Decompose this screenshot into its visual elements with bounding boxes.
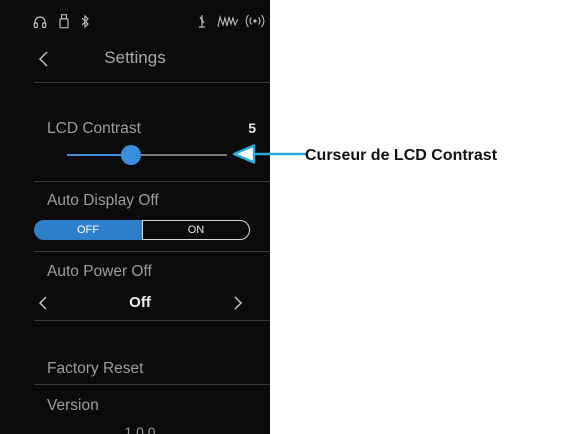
auto-display-off-label: Auto Display Off [47,192,159,209]
lcd-contrast-slider-thumb[interactable] [121,145,141,165]
page-title: Settings [104,48,166,67]
auto-power-off-value: Off [129,294,151,311]
recorder-icon [217,15,239,28]
usb-icon [59,14,69,29]
lcd-contrast-label: LCD Contrast [47,120,141,137]
divider [34,251,270,252]
divider [34,384,270,385]
auto-display-off-toggle[interactable]: OFF ON [34,220,250,240]
divider [34,181,270,182]
headphones-icon [33,16,47,29]
toggle-on-option[interactable]: ON [142,220,250,240]
toggle-off-option[interactable]: OFF [34,220,142,240]
annotation-arrow-icon [232,144,306,164]
version-label: Version [47,397,99,414]
auto-power-off-label: Auto Power Off [47,263,152,280]
next-arrow-icon[interactable] [233,295,243,311]
device-screen: Settings LCD Contrast 5 Auto Display Off… [0,0,270,434]
metronome-icon [199,15,205,28]
divider [34,320,270,321]
lcd-contrast-value: 5 [248,120,256,136]
divider [34,82,270,83]
previous-arrow-icon[interactable] [38,295,48,311]
version-value: 1.0.0 [124,424,156,434]
status-bar [0,14,270,34]
factory-reset-item[interactable]: Factory Reset [47,360,143,378]
wireless-icon [245,14,265,28]
annotation-label: Curseur de LCD Contrast [305,147,498,164]
bluetooth-icon [81,14,89,29]
